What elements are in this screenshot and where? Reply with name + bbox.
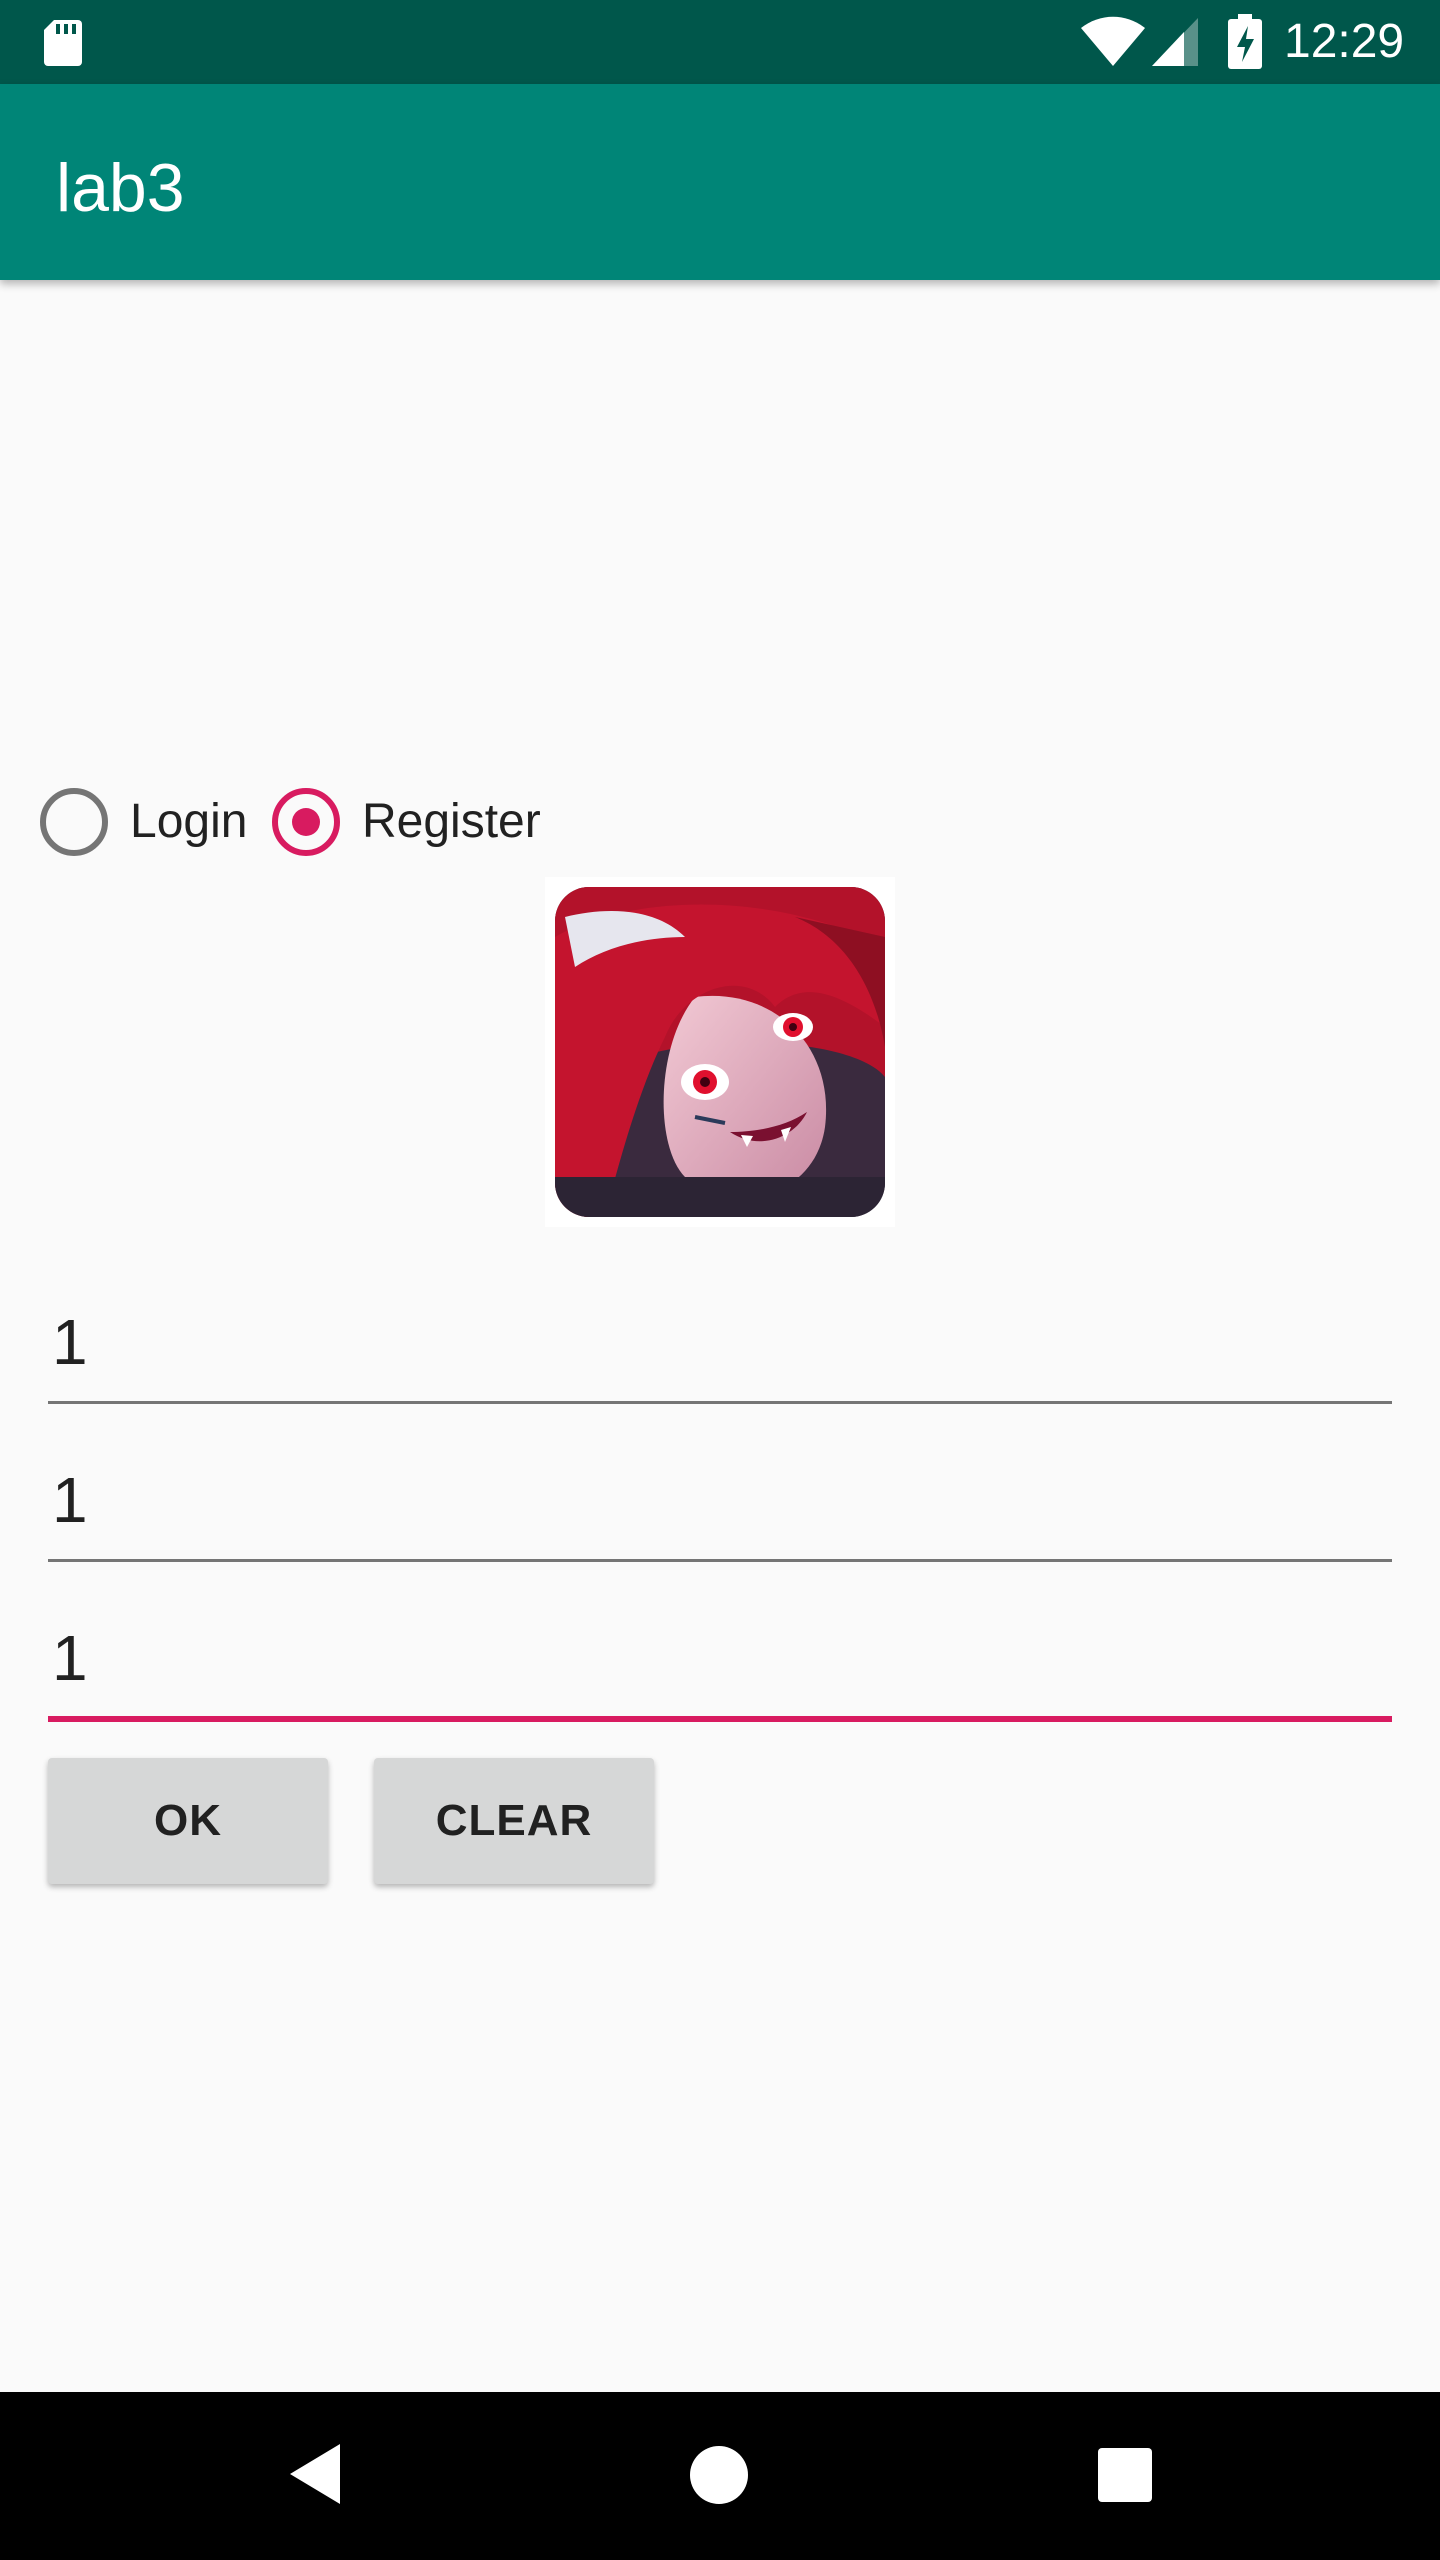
radio-register-circle[interactable] (272, 788, 340, 856)
text-field-1-underline (48, 1401, 1392, 1404)
text-field-2[interactable] (48, 1450, 1392, 1570)
app-title: lab3 (56, 150, 185, 226)
home-icon[interactable] (690, 2446, 748, 2504)
radio-login[interactable]: Login (36, 784, 264, 860)
ok-button[interactable]: OK (48, 1758, 328, 1884)
radio-register-label[interactable]: Register (362, 792, 541, 852)
status-bar: 12:29 (0, 0, 1440, 84)
avatar-illustration (555, 887, 885, 1217)
cell-signal-icon (1152, 18, 1198, 66)
text-field-1[interactable] (48, 1292, 1392, 1412)
sd-card-icon (44, 20, 82, 66)
text-field-3[interactable] (48, 1608, 1392, 1728)
recents-icon[interactable] (1098, 2448, 1152, 2502)
clear-button[interactable]: CLEAR (374, 1758, 654, 1884)
text-field-1-input[interactable] (48, 1292, 1392, 1392)
app-bar: lab3 (0, 84, 1440, 280)
radio-login-label[interactable]: Login (130, 792, 247, 852)
status-time: 12:29 (1284, 15, 1405, 68)
navigation-bar (0, 2392, 1440, 2560)
avatar-image (545, 877, 895, 1227)
text-field-2-input[interactable] (48, 1450, 1392, 1550)
text-field-3-underline-focused (48, 1716, 1392, 1722)
radio-register[interactable]: Register (268, 784, 588, 860)
back-icon[interactable] (288, 2442, 342, 2506)
battery-charging-icon (1228, 14, 1262, 69)
radio-register-checked-dot (292, 808, 320, 836)
wifi-icon (1081, 16, 1145, 66)
text-field-2-underline (48, 1559, 1392, 1562)
radio-login-circle[interactable] (40, 788, 108, 856)
text-field-3-input[interactable] (48, 1608, 1392, 1708)
